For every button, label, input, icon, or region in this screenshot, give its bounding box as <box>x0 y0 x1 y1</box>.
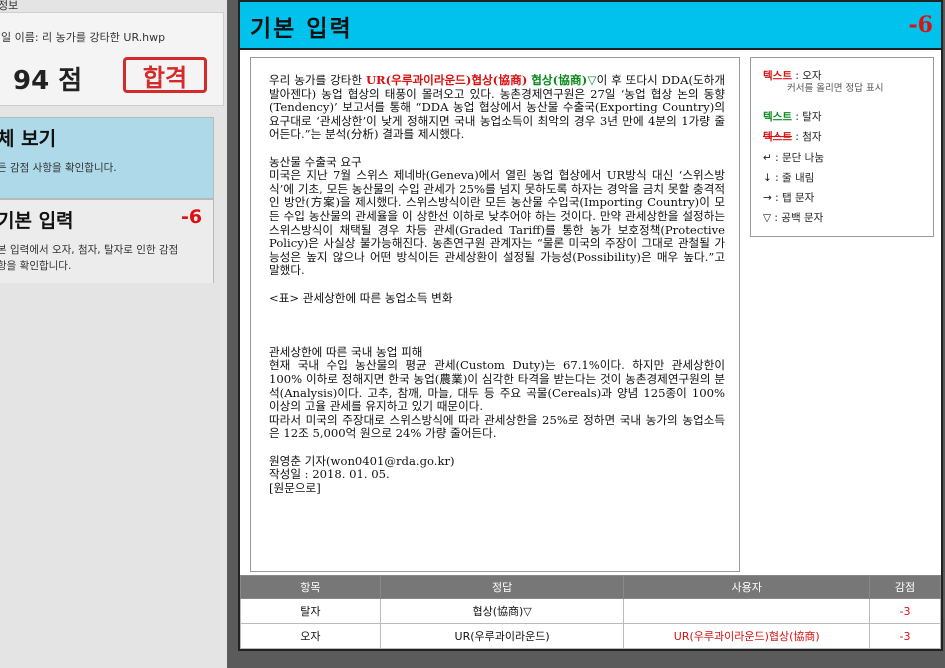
legend-extra-sample: 텍스트 <box>763 131 792 143</box>
basic-input-desc-line1: 본 입력에서 오자, 첨자, 탈자로 인한 감점 <box>0 244 179 256</box>
error-table: 항목 정답 사용자 감점 탈자 협상(協商)▽ -3 오자 UR(우루과이라운드… <box>240 575 941 649</box>
main-panel: 기본 입력 -6 우리 농가를 강타한 UR(우루과이라운드)협상(協商) 협상… <box>238 0 943 651</box>
main-header: 기본 입력 -6 <box>240 2 941 50</box>
legend-extra: 텍스트 : 첨자 <box>763 129 822 144</box>
view-all-title: 체 보기 <box>0 128 57 150</box>
sidebar: 정보 일 이름: 리 농가를 강타한 UR.hwp 94 점 합격 체 보기 든… <box>0 0 227 668</box>
cell-penalty: -3 <box>869 623 941 649</box>
legend-missing-label: : 탈자 <box>791 111 822 123</box>
basic-input-desc-line2: 항을 확인합니다. <box>0 260 72 272</box>
paragraph-3: 미국은 지난 7월 스위스 제네바(Geneva)에서 열린 농업 협상에서 U… <box>269 168 725 278</box>
paragraph-4: <표> 관세상한에 따른 농업소득 변화 <box>269 290 453 305</box>
legend-typo-hint: 커서를 올리면 정답 표시 <box>787 83 884 94</box>
file-name: 일 이름: 리 농가를 강타한 UR.hwp <box>1 31 166 44</box>
table-row[interactable]: 오자 UR(우루과이라운드) UR(우루과이라운드)협상(協商) -3 <box>240 623 941 649</box>
col-answer: 정답 <box>379 575 625 599</box>
cell-user: UR(우루과이라운드)협상(協商) <box>623 623 871 649</box>
paragraph-5: 관세상한에 따른 국내 농업 피해 <box>269 344 423 359</box>
cell-penalty: -3 <box>869 598 941 624</box>
sidebar-empty-area <box>0 283 227 668</box>
paragraph-7: 따라서 미국의 주장대로 스위스방식에 따라 관세상한을 25%로 정하면 국내… <box>269 412 725 441</box>
legend-space: ▽ : 공백 문자 <box>763 212 824 224</box>
table-row[interactable]: 탈자 협상(協商)▽ -3 <box>240 598 941 624</box>
missing-mark[interactable]: 협상(協商)▽ <box>531 73 596 87</box>
document-view[interactable]: 우리 농가를 강타한 UR(우루과이라운드)협상(協商) 협상(協商)▽이 후 … <box>250 57 740 572</box>
pass-stamp: 합격 <box>123 57 207 93</box>
cell-user <box>623 598 871 624</box>
cell-answer: UR(우루과이라운드) <box>379 623 625 649</box>
sidebar-header-label: 정보 <box>0 0 19 12</box>
legend-missing-sample: 텍스트 <box>763 111 792 123</box>
paragraph-8: 원영춘 기자(won0401@rda.go.kr) <box>269 453 455 468</box>
cell-item: 탈자 <box>240 598 381 624</box>
col-user: 사용자 <box>623 575 871 599</box>
basic-input-title: 기본 입력 <box>0 210 74 232</box>
basic-input-card[interactable]: 기본 입력 -6 본 입력에서 오자, 첨자, 탈자로 인한 감점 항을 확인합… <box>0 199 214 285</box>
file-info-panel: 일 이름: 리 농가를 강타한 UR.hwp 94 점 합격 <box>0 12 224 106</box>
main-title: 기본 입력 <box>250 15 353 42</box>
paragraph-6: 현재 국내 수입 농산물의 평균 관세(Custom Duty)는 67.1%이… <box>269 358 725 414</box>
cell-item: 오자 <box>240 623 381 649</box>
paragraph-2: 농산물 수출국 요구 <box>269 154 362 169</box>
total-score: 94 점 <box>13 66 83 96</box>
col-penalty: 감점 <box>869 575 941 599</box>
col-item: 항목 <box>240 575 381 599</box>
legend-tab: → : 탭 문자 <box>763 192 815 204</box>
legend-missing: 텍스트 : 탈자 <box>763 109 822 124</box>
paragraph-1: 우리 농가를 강타한 UR(우루과이라운드)협상(協商) 협상(協商)▽이 후 … <box>269 73 725 142</box>
typo-mark[interactable]: UR(우루과이라운드)협상(協商) <box>366 73 527 87</box>
basic-input-score: -6 <box>181 206 203 228</box>
paragraph-9: 작성일 : 2018. 01. 05. <box>269 467 390 482</box>
view-all-desc: 든 감점 사항을 확인합니다. <box>0 162 117 174</box>
legend-panel: 텍스트 : 오자 커서를 올리면 정답 표시 텍스트 : 탈자 텍스트 : 첨자… <box>750 57 934 237</box>
legend-paragraph: ↵ : 문단 나눔 <box>763 152 824 164</box>
document-body: 우리 농가를 강타한 UR(우루과이라운드)협상(協商) 협상(協商)▽이 후 … <box>269 73 725 496</box>
legend-extra-label: : 첨자 <box>791 131 822 143</box>
cell-answer: 협상(協商)▽ <box>379 598 625 624</box>
paragraph-10[interactable]: [원문으로] <box>269 481 725 496</box>
view-all-card[interactable]: 체 보기 든 감점 사항을 확인합니다. <box>0 117 214 199</box>
sidebar-header: 정보 <box>0 0 227 12</box>
text-run: 우리 농가를 강타한 <box>269 73 366 87</box>
main-penalty: -6 <box>908 12 933 38</box>
table-header-row: 항목 정답 사용자 감점 <box>240 575 941 599</box>
legend-linebreak: ↓ : 줄 내림 <box>763 172 815 184</box>
